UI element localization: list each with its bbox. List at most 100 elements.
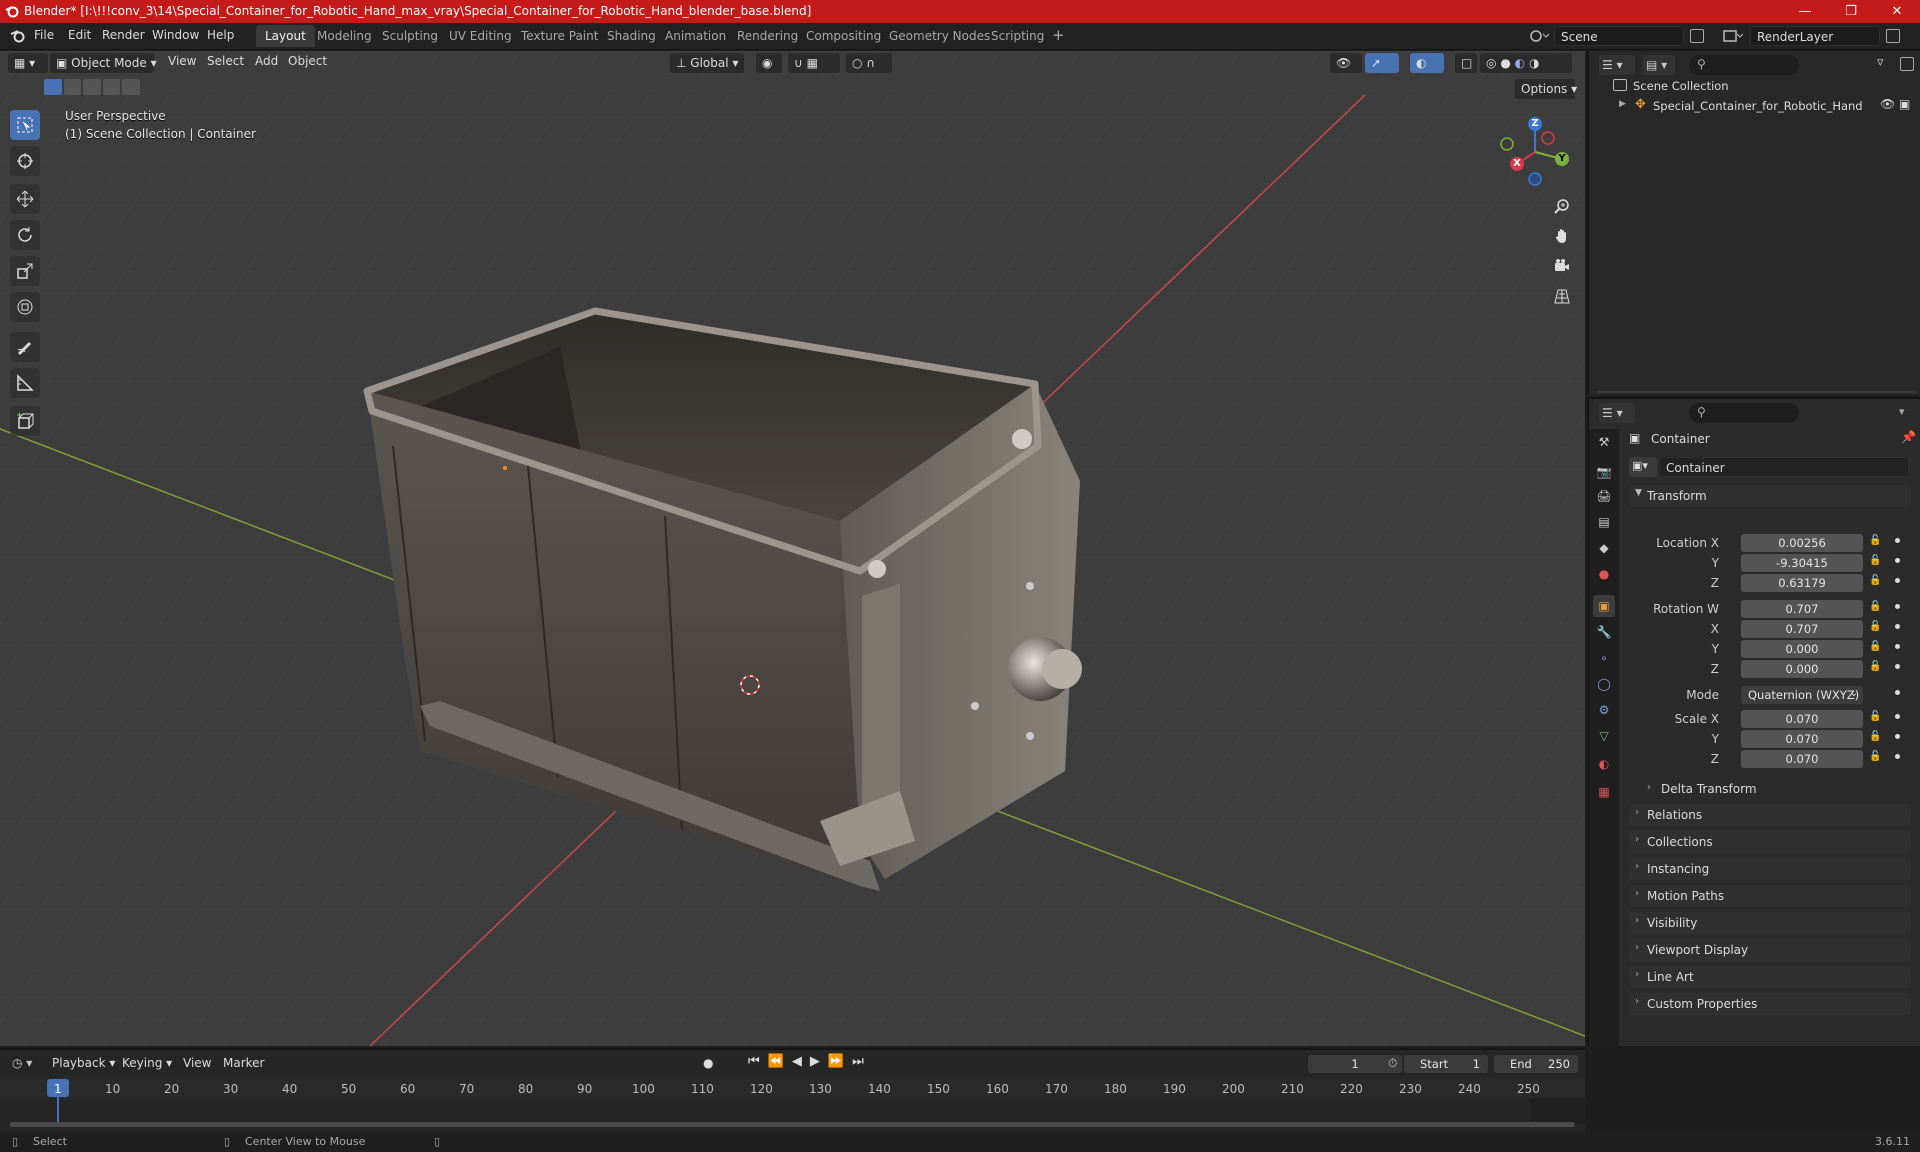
maximize-button[interactable]: ❐ xyxy=(1828,0,1874,23)
expand-arrow-icon[interactable]: ▶ xyxy=(1619,99,1626,109)
start-frame-field[interactable]: Start 1 xyxy=(1404,1055,1488,1073)
timeline-scrollbar[interactable] xyxy=(10,1122,1575,1127)
scene-tab-icon[interactable]: ◆ xyxy=(1593,537,1615,559)
new-collection-icon[interactable] xyxy=(1900,57,1914,71)
motion-paths-panel[interactable]: › Motion Paths xyxy=(1629,885,1911,907)
new-scene-icon[interactable] xyxy=(1690,29,1704,43)
camera-view-icon[interactable] xyxy=(1548,252,1576,280)
viewport-display-panel[interactable]: › Viewport Display xyxy=(1629,939,1911,961)
gizmo-z-axis[interactable]: Z xyxy=(1528,117,1542,131)
location-y-field[interactable]: -9.30415 xyxy=(1741,554,1863,572)
minimize-button[interactable]: — xyxy=(1782,0,1828,23)
menu-file[interactable]: File xyxy=(34,28,54,42)
world-tab-icon[interactable]: ● xyxy=(1593,563,1615,585)
object-data-icon[interactable]: ▣▾ xyxy=(1629,457,1657,477)
scene-icon[interactable] xyxy=(1528,27,1552,45)
lock-icon[interactable]: 🔓 xyxy=(1869,711,1881,722)
tab-scripting[interactable]: Scripting xyxy=(982,25,1053,47)
lock-icon[interactable]: 🔓 xyxy=(1869,751,1881,762)
close-button[interactable]: ✕ xyxy=(1874,0,1920,23)
timeline-menu-view[interactable]: View xyxy=(183,1056,211,1070)
visibility-icon[interactable]: 👁 xyxy=(1330,53,1362,73)
output-tab-icon[interactable]: 🖨 xyxy=(1593,485,1615,507)
viewport-menu-object[interactable]: Object xyxy=(288,54,327,68)
timeline-menu-playback[interactable]: Playback ▾ xyxy=(52,1056,115,1070)
tab-uv-editing[interactable]: UV Editing xyxy=(440,25,521,47)
scale-x-field[interactable]: 0.070 xyxy=(1741,710,1863,728)
keyframe-dot-icon[interactable] xyxy=(1895,558,1900,563)
tab-rendering[interactable]: Rendering xyxy=(728,25,807,47)
location-z-field[interactable]: 0.63179 xyxy=(1741,574,1863,592)
scale-tool-icon[interactable] xyxy=(10,256,40,286)
timeline-menu-marker[interactable]: Marker xyxy=(223,1056,264,1070)
collections-panel[interactable]: › Collections xyxy=(1629,831,1911,853)
lock-icon[interactable]: 🔓 xyxy=(1869,661,1881,672)
add-cube-tool-icon[interactable] xyxy=(10,406,40,436)
select-subtract-icon[interactable] xyxy=(83,79,101,95)
tab-compositing[interactable]: Compositing xyxy=(797,25,890,47)
end-frame-field[interactable]: End 250 xyxy=(1494,1055,1578,1073)
scale-z-field[interactable]: 0.070 xyxy=(1741,750,1863,768)
keyframe-dot-icon[interactable] xyxy=(1895,734,1900,739)
next-keyframe-icon[interactable]: ⏩ xyxy=(828,1054,844,1069)
viewport-menu-select[interactable]: Select xyxy=(207,54,244,68)
navigation-gizmo[interactable]: Z Y X xyxy=(1495,112,1575,192)
outliner-search-input[interactable]: ⚲ xyxy=(1689,55,1799,75)
keyframe-dot-icon[interactable] xyxy=(1895,714,1900,719)
tab-animation[interactable]: Animation xyxy=(656,25,735,47)
add-workspace-icon[interactable]: + xyxy=(1052,26,1065,44)
relations-panel[interactable]: › Relations xyxy=(1629,804,1911,826)
transform-orientation-dropdown[interactable]: ⊥ Global ▾ xyxy=(670,53,744,73)
select-box-tool-icon[interactable] xyxy=(10,110,40,140)
tool-tab-icon[interactable]: ⚒ xyxy=(1593,431,1615,453)
visibility-panel[interactable]: › Visibility xyxy=(1629,912,1911,934)
mode-dropdown[interactable]: ▣ Object Mode ▾ xyxy=(50,53,157,73)
tab-shading[interactable]: Shading xyxy=(598,25,665,47)
select-extend-icon[interactable] xyxy=(63,79,82,95)
prev-keyframe-icon[interactable]: ⏪ xyxy=(768,1054,784,1069)
particles-tab-icon[interactable]: ∘ xyxy=(1593,647,1615,669)
timeline-menu-keying[interactable]: Keying ▾ xyxy=(122,1056,172,1070)
view-layer-tab-icon[interactable]: ▤ xyxy=(1593,511,1615,533)
record-keyframe-icon[interactable]: ● xyxy=(703,1056,713,1070)
material-shading-icon[interactable]: ◐ xyxy=(1515,56,1525,70)
rotation-w-field[interactable]: 0.707 xyxy=(1741,600,1863,618)
modifier-tab-icon[interactable]: 🔧 xyxy=(1593,621,1615,643)
blender-menu-icon[interactable] xyxy=(10,29,26,43)
pin-icon[interactable]: 📌 xyxy=(1901,430,1916,444)
lock-icon[interactable]: 🔓 xyxy=(1869,535,1881,546)
rotation-x-field[interactable]: 0.707 xyxy=(1741,620,1863,638)
keyframe-dot-icon[interactable] xyxy=(1895,664,1900,669)
stopwatch-icon[interactable]: ⏱ xyxy=(1388,1056,1397,1071)
shading-modes[interactable]: ◎ ● ◐ ◑ xyxy=(1480,53,1572,73)
outliner-scrollbar[interactable] xyxy=(1597,391,1917,393)
material-tab-icon[interactable]: ◐ xyxy=(1593,753,1615,775)
proportional-edit-icon[interactable]: ○ ∩ xyxy=(846,53,892,73)
jump-end-icon[interactable]: ⏭ xyxy=(852,1054,864,1069)
rendered-shading-icon[interactable]: ◑ xyxy=(1529,56,1539,70)
scene-collection-label[interactable]: Scene Collection xyxy=(1633,79,1729,93)
lock-icon[interactable]: 🔓 xyxy=(1869,555,1881,566)
select-intersect-icon[interactable] xyxy=(122,79,140,95)
viewport-menu-add[interactable]: Add xyxy=(255,54,278,68)
perspective-toggle-icon[interactable] xyxy=(1548,282,1576,310)
outliner-editor-type-icon[interactable]: ☰ ▾ xyxy=(1599,55,1635,75)
properties-editor-type-icon[interactable]: ☰ ▾ xyxy=(1599,403,1635,423)
3d-viewport[interactable] xyxy=(0,51,1585,1046)
instancing-panel[interactable]: › Instancing xyxy=(1629,858,1911,880)
scale-y-field[interactable]: 0.070 xyxy=(1741,730,1863,748)
keyframe-dot-icon[interactable] xyxy=(1895,690,1900,695)
lock-icon[interactable]: 🔓 xyxy=(1869,621,1881,632)
line-art-panel[interactable]: › Line Art xyxy=(1629,966,1911,988)
pivot-point-icon[interactable]: ◉ xyxy=(756,53,782,73)
gizmo-y-axis[interactable]: Y xyxy=(1555,152,1569,166)
timeline-editor-type-icon[interactable]: ◷ ▾ xyxy=(10,1054,42,1074)
renderlayer-field[interactable]: RenderLayer xyxy=(1750,26,1880,46)
rotation-mode-dropdown[interactable]: Quaternion (WXYZ) ⌄ xyxy=(1741,686,1863,704)
tab-sculpting[interactable]: Sculpting xyxy=(373,25,447,47)
play-reverse-icon[interactable]: ◀ xyxy=(792,1054,802,1069)
properties-options-icon[interactable]: ▾ xyxy=(1899,405,1905,418)
keyframe-dot-icon[interactable] xyxy=(1895,624,1900,629)
outliner-object-label[interactable]: Special_Container_for_Robotic_Hand xyxy=(1653,99,1863,113)
rotation-z-field[interactable]: 0.000 xyxy=(1741,660,1863,678)
